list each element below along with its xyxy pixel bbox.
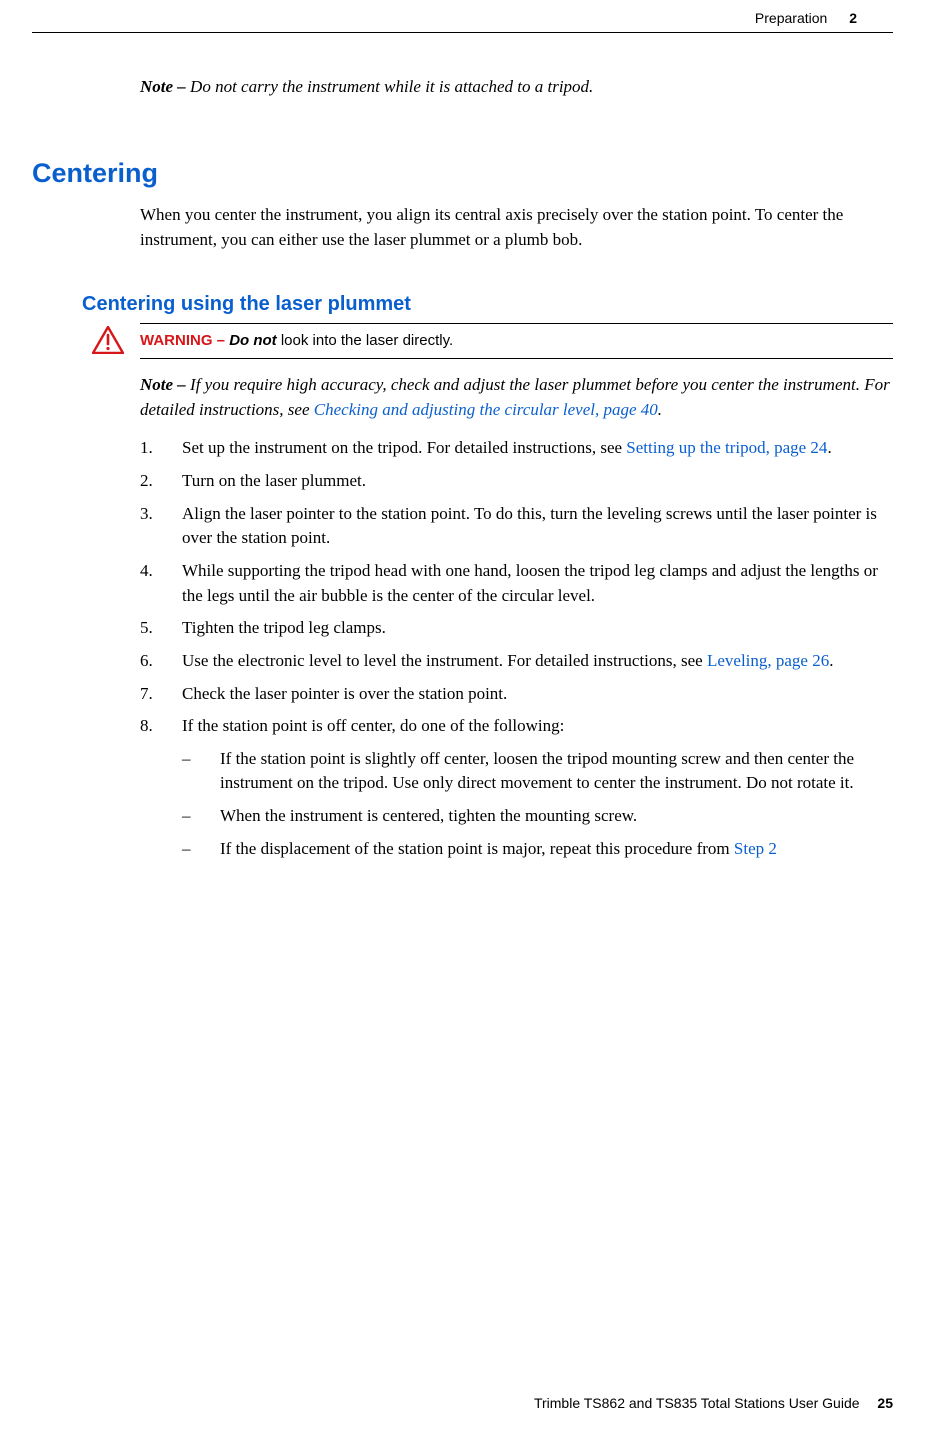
section-number: 2 (849, 10, 857, 26)
warning-rest: look into the laser directly. (277, 332, 453, 349)
step-text: Turn on the laser plummet. (182, 471, 366, 490)
sub-item-3: – If the displacement of the station poi… (182, 837, 893, 862)
step-4: 4. While supporting the tripod head with… (140, 559, 893, 608)
page-number: 25 (877, 1395, 893, 1411)
step-1: 1. Set up the instrument on the tripod. … (140, 436, 893, 461)
link-setting-up-tripod[interactable]: Setting up the tripod, page 24 (626, 438, 827, 457)
heading-centering: Centering (32, 154, 893, 193)
step-text: If the station point is off center, do o… (182, 716, 564, 735)
sub-list: – If the station point is slightly off c… (182, 747, 893, 862)
step-number: 5. (140, 616, 153, 641)
heading-laser-plummet: Centering using the laser plummet (82, 290, 893, 319)
link-circular-level[interactable]: Checking and adjusting the circular leve… (314, 400, 658, 419)
step-text: Tighten the tripod leg clamps. (182, 618, 386, 637)
note-label-2: Note – (140, 375, 186, 394)
note-label: Note – (140, 77, 186, 96)
step-text: Check the laser pointer is over the stat… (182, 684, 507, 703)
note2-post: . (658, 400, 662, 419)
step-number: 8. (140, 714, 153, 739)
step-6: 6. Use the electronic level to level the… (140, 649, 893, 674)
sub-text: If the station point is slightly off cen… (220, 749, 854, 793)
dash-bullet: – (182, 837, 191, 862)
page-content: Note – Do not carry the instrument while… (0, 75, 929, 861)
note-top: Note – Do not carry the instrument while… (140, 75, 893, 100)
steps-list: 1. Set up the instrument on the tripod. … (140, 436, 893, 861)
step-number: 1. (140, 436, 153, 461)
step-number: 2. (140, 469, 153, 494)
warning-label: WARNING – (140, 332, 225, 349)
step-number: 7. (140, 682, 153, 707)
step-number: 4. (140, 559, 153, 584)
step-text: While supporting the tripod head with on… (182, 561, 878, 605)
step-text-post: . (827, 438, 831, 457)
step-text-post: . (829, 651, 833, 670)
link-leveling[interactable]: Leveling, page 26 (707, 651, 829, 670)
footer-title: Trimble TS862 and TS835 Total Stations U… (534, 1395, 860, 1411)
page-header: Preparation 2 (32, 0, 893, 33)
section-title: Preparation (755, 10, 827, 26)
dash-bullet: – (182, 747, 191, 772)
step-5: 5. Tighten the tripod leg clamps. (140, 616, 893, 641)
note-accuracy: Note – If you require high accuracy, che… (140, 373, 893, 422)
link-step-2[interactable]: Step 2 (734, 839, 777, 858)
step-7: 7. Check the laser pointer is over the s… (140, 682, 893, 707)
sub-text: When the instrument is centered, tighten… (220, 806, 637, 825)
note-text: Do not carry the instrument while it is … (190, 77, 593, 96)
page-footer: Trimble TS862 and TS835 Total Stations U… (534, 1393, 893, 1413)
step-text-pre: Set up the instrument on the tripod. For… (182, 438, 626, 457)
dash-bullet: – (182, 804, 191, 829)
sub-text-pre: If the displacement of the station point… (220, 839, 734, 858)
step-text: Align the laser pointer to the station p… (182, 504, 877, 548)
step-number: 3. (140, 502, 153, 527)
step-8: 8. If the station point is off center, d… (140, 714, 893, 861)
sub-item-1: – If the station point is slightly off c… (182, 747, 893, 796)
warning-triangle-icon (92, 326, 124, 354)
sub-item-2: – When the instrument is centered, tight… (182, 804, 893, 829)
warning-block: WARNING – Do not look into the laser dir… (140, 323, 893, 359)
intro-paragraph: When you center the instrument, you alig… (140, 203, 891, 252)
step-text-pre: Use the electronic level to level the in… (182, 651, 707, 670)
step-3: 3. Align the laser pointer to the statio… (140, 502, 893, 551)
step-number: 6. (140, 649, 153, 674)
step-2: 2. Turn on the laser plummet. (140, 469, 893, 494)
warning-bold: Do not (229, 332, 276, 349)
